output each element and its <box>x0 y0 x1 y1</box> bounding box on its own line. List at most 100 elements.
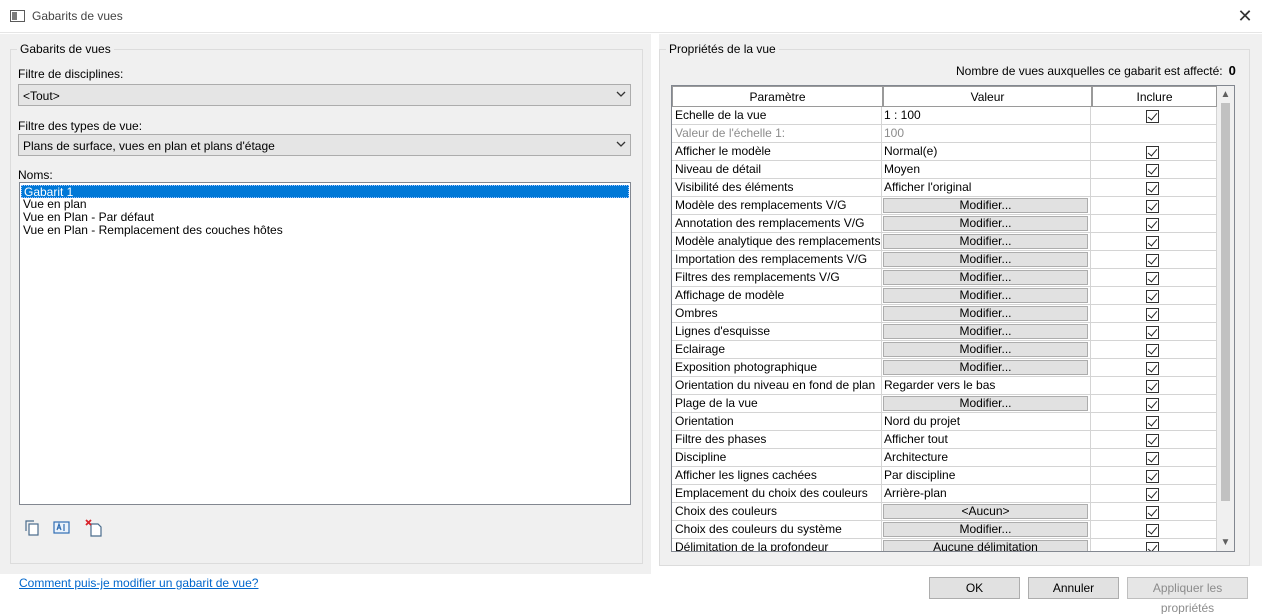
apply-properties-button[interactable]: Appliquer les propriétés <box>1127 577 1248 614</box>
include-checkbox[interactable] <box>1146 146 1159 159</box>
include-checkbox[interactable] <box>1146 470 1159 483</box>
edit-button[interactable]: Modifier... <box>883 270 1088 285</box>
edit-button[interactable]: Aucune délimitation <box>883 540 1088 551</box>
discipline-filter-combo[interactable]: <Tout> <box>18 84 631 106</box>
edit-button[interactable]: Modifier... <box>883 234 1088 249</box>
table-row[interactable]: Echelle de la vue 1 : 100 <box>672 107 1217 125</box>
value-cell: <Aucun> <box>882 503 1091 521</box>
table-row[interactable]: Choix des couleurs <Aucun> <box>672 503 1217 521</box>
assigned-count: Nombre de vues auxquelles ce gabarit est… <box>956 63 1236 78</box>
param-cell: Visibilité des éléments <box>672 179 882 197</box>
include-checkbox[interactable] <box>1146 524 1159 537</box>
table-row[interactable]: Filtres des remplacements V/G Modifier... <box>672 269 1217 287</box>
value-cell[interactable]: Normal(e) <box>882 143 1091 161</box>
scroll-down-icon[interactable]: ▼ <box>1217 534 1234 551</box>
close-icon[interactable]: ✕ <box>1232 4 1258 28</box>
header-valeur[interactable]: Valeur <box>883 86 1092 107</box>
ok-button[interactable]: OK <box>929 577 1020 599</box>
include-checkbox[interactable] <box>1146 416 1159 429</box>
edit-button[interactable]: <Aucun> <box>883 504 1088 519</box>
table-row[interactable]: Valeur de l'échelle 1: 100 <box>672 125 1217 143</box>
table-row[interactable]: Ombres Modifier... <box>672 305 1217 323</box>
table-row[interactable]: Discipline Architecture <box>672 449 1217 467</box>
edit-button[interactable]: Modifier... <box>883 360 1088 375</box>
table-row[interactable]: Niveau de détail Moyen <box>672 161 1217 179</box>
table-row[interactable]: Importation des remplacements V/G Modifie… <box>672 251 1217 269</box>
value-cell[interactable]: 1 : 100 <box>882 107 1091 125</box>
edit-button[interactable]: Modifier... <box>883 396 1088 411</box>
value-cell[interactable]: Architecture <box>882 449 1091 467</box>
names-listbox[interactable]: Gabarit 1 Vue en plan Vue en Plan - Par dé… <box>19 182 631 505</box>
edit-button[interactable]: Modifier... <box>883 522 1088 537</box>
table-row[interactable]: Orientation du niveau en fond de plan Reg… <box>672 377 1217 395</box>
value-cell[interactable]: Afficher l'original <box>882 179 1091 197</box>
include-cell <box>1091 359 1217 377</box>
table-row[interactable]: Visibilité des éléments Afficher l'origin… <box>672 179 1217 197</box>
include-checkbox[interactable] <box>1146 452 1159 465</box>
param-cell: Valeur de l'échelle 1: <box>672 125 882 143</box>
delete-icon[interactable] <box>85 519 103 537</box>
viewtype-filter-combo[interactable]: Plans de surface, vues en plan et plans … <box>18 134 631 156</box>
table-row[interactable]: Affichage de modèle Modifier... <box>672 287 1217 305</box>
header-parametre[interactable]: Paramètre <box>672 86 883 107</box>
table-row[interactable]: Modèle analytique des remplacements Modif… <box>672 233 1217 251</box>
value-cell[interactable]: Nord du projet <box>882 413 1091 431</box>
table-row[interactable]: Afficher le modèle Normal(e) <box>672 143 1217 161</box>
table-row[interactable]: Emplacement du choix des couleurs Arrière… <box>672 485 1217 503</box>
table-row[interactable]: Plage de la vue Modifier... <box>672 395 1217 413</box>
header-inclure[interactable]: Inclure <box>1092 86 1217 107</box>
list-item[interactable]: Gabarit 1 <box>21 185 629 199</box>
include-checkbox[interactable] <box>1146 254 1159 267</box>
param-cell: Annotation des remplacements V/G <box>672 215 882 233</box>
help-link[interactable]: Comment puis-je modifier un gabarit de v… <box>19 576 258 590</box>
include-checkbox[interactable] <box>1146 290 1159 303</box>
scroll-up-icon[interactable]: ▲ <box>1217 86 1234 103</box>
cancel-button[interactable]: Annuler <box>1028 577 1119 599</box>
value-cell[interactable]: Regarder vers le bas <box>882 377 1091 395</box>
value-cell[interactable]: Afficher tout <box>882 431 1091 449</box>
include-checkbox[interactable] <box>1146 110 1159 123</box>
include-checkbox[interactable] <box>1146 488 1159 501</box>
include-checkbox[interactable] <box>1146 200 1159 213</box>
edit-button[interactable]: Modifier... <box>883 288 1088 303</box>
include-checkbox[interactable] <box>1146 272 1159 285</box>
table-row[interactable]: Annotation des remplacements V/G Modifier… <box>672 215 1217 233</box>
include-cell <box>1091 179 1217 197</box>
rename-icon[interactable] <box>53 519 71 537</box>
include-checkbox[interactable] <box>1146 236 1159 249</box>
include-checkbox[interactable] <box>1146 506 1159 519</box>
include-checkbox[interactable] <box>1146 308 1159 321</box>
edit-button[interactable]: Modifier... <box>883 216 1088 231</box>
table-row[interactable]: Filtre des phases Afficher tout <box>672 431 1217 449</box>
include-checkbox[interactable] <box>1146 164 1159 177</box>
table-row[interactable]: Délimitation de la profondeur Aucune déli… <box>672 539 1217 551</box>
edit-button[interactable]: Modifier... <box>883 342 1088 357</box>
table-row[interactable]: Exposition photographique Modifier... <box>672 359 1217 377</box>
include-checkbox[interactable] <box>1146 344 1159 357</box>
table-row[interactable]: Modèle des remplacements V/G Modifier... <box>672 197 1217 215</box>
include-checkbox[interactable] <box>1146 182 1159 195</box>
edit-button[interactable]: Modifier... <box>883 306 1088 321</box>
edit-button[interactable]: Modifier... <box>883 198 1088 213</box>
include-checkbox[interactable] <box>1146 362 1159 375</box>
value-cell[interactable]: Moyen <box>882 161 1091 179</box>
table-row[interactable]: Orientation Nord du projet <box>672 413 1217 431</box>
grid-scrollbar[interactable]: ▲ ▼ <box>1217 86 1234 551</box>
include-checkbox[interactable] <box>1146 398 1159 411</box>
include-checkbox[interactable] <box>1146 542 1159 551</box>
table-row[interactable]: Afficher les lignes cachées Par disciplin… <box>672 467 1217 485</box>
list-item[interactable]: Vue en Plan - Remplacement des couches h… <box>21 224 629 237</box>
include-checkbox[interactable] <box>1146 380 1159 393</box>
edit-button[interactable]: Modifier... <box>883 252 1088 267</box>
include-checkbox[interactable] <box>1146 218 1159 231</box>
value-cell[interactable]: Arrière-plan <box>882 485 1091 503</box>
scroll-thumb[interactable] <box>1221 103 1230 501</box>
value-cell[interactable]: Par discipline <box>882 467 1091 485</box>
table-row[interactable]: Choix des couleurs du système Modifier... <box>672 521 1217 539</box>
table-row[interactable]: Lignes d'esquisse Modifier... <box>672 323 1217 341</box>
edit-button[interactable]: Modifier... <box>883 324 1088 339</box>
include-checkbox[interactable] <box>1146 434 1159 447</box>
table-row[interactable]: Eclairage Modifier... <box>672 341 1217 359</box>
duplicate-icon[interactable] <box>23 519 41 537</box>
include-checkbox[interactable] <box>1146 326 1159 339</box>
